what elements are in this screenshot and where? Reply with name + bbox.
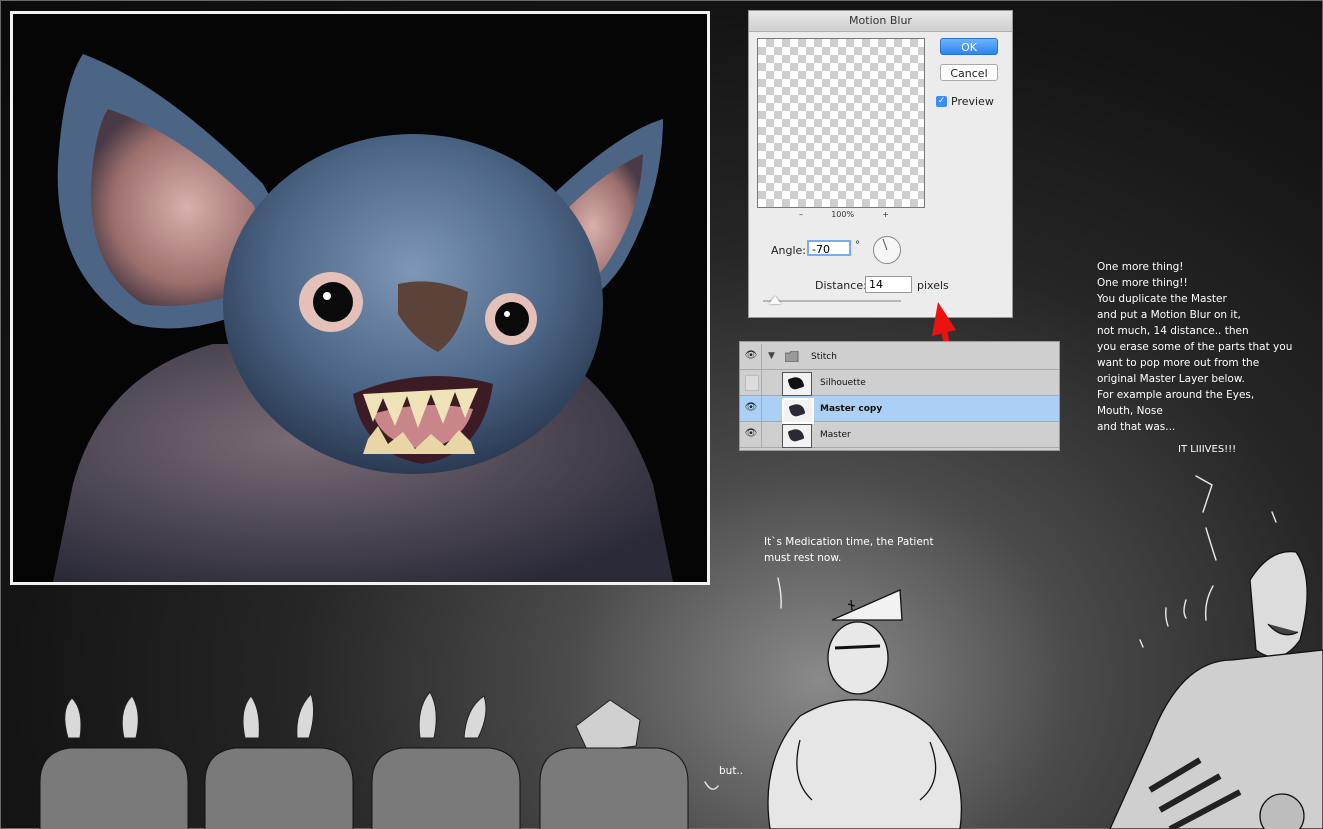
comic-sketch-illustration — [39, 475, 1323, 829]
patient-figure — [1109, 550, 1323, 829]
nurse-figure — [767, 589, 963, 829]
audience-seats — [39, 691, 689, 829]
